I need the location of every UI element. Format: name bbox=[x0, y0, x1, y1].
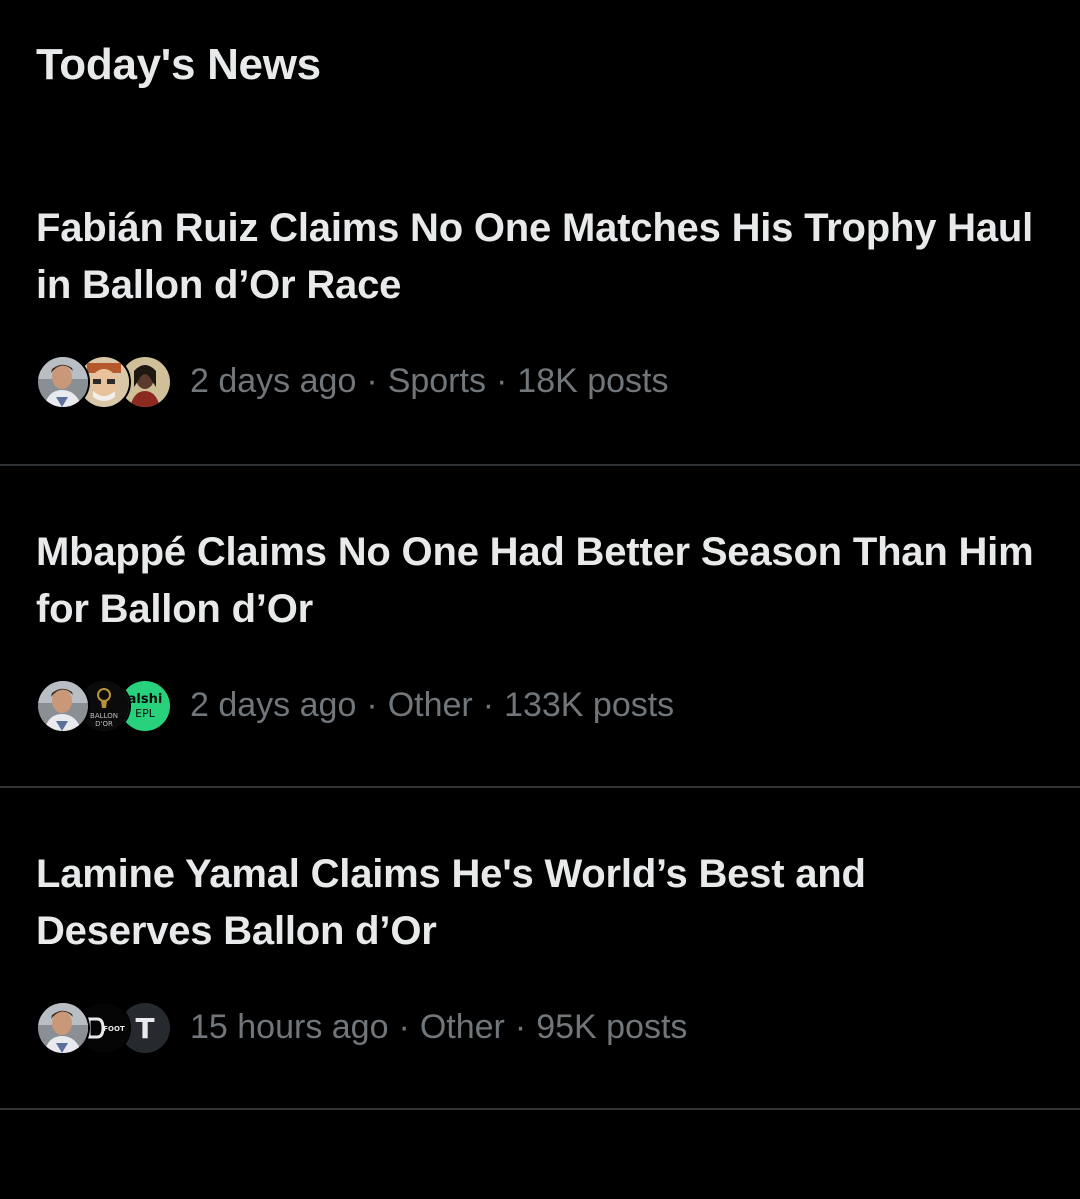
news-headline[interactable]: Mbappé Claims No One Had Better Season T… bbox=[36, 524, 1036, 638]
news-meta: 2 days ago · Sports · 18K posts bbox=[36, 354, 669, 409]
meta-separator: · bbox=[482, 685, 495, 724]
epl-text: EPL bbox=[135, 707, 156, 720]
news-meta: BALLON D'OR alshi EPL 2 days ago · Other · 1… bbox=[36, 678, 674, 733]
news-item[interactable]: Lamine Yamal Claims He's World’s Best an… bbox=[0, 788, 1080, 1110]
news-time: 2 days ago bbox=[190, 361, 357, 400]
section-title: Today's News bbox=[36, 40, 321, 89]
news-meta-text: 15 hours ago · Other · 95K posts bbox=[190, 1008, 687, 1047]
news-meta-text: 2 days ago · Sports · 18K posts bbox=[190, 362, 669, 401]
avatar-stack: FOOT T bbox=[36, 1000, 172, 1055]
news-meta-text: 2 days ago · Other · 133K posts bbox=[190, 686, 674, 725]
news-item[interactable]: Fabián Ruiz Claims No One Matches His Tr… bbox=[0, 142, 1080, 466]
news-headline[interactable]: Lamine Yamal Claims He's World’s Best an… bbox=[36, 846, 1036, 960]
news-category: Other bbox=[387, 685, 473, 724]
t-text: T bbox=[135, 1012, 154, 1045]
news-category: Other bbox=[419, 1007, 505, 1046]
meta-separator: · bbox=[514, 1007, 527, 1046]
news-category: Sports bbox=[387, 361, 486, 400]
man-avatar bbox=[36, 1001, 90, 1055]
foot-text: FOOT bbox=[103, 1025, 125, 1033]
news-meta: FOOT T 15 hours ago · Other · 95K posts bbox=[36, 1000, 687, 1055]
kalshi-text: alshi bbox=[128, 692, 163, 707]
news-post-count: 18K posts bbox=[517, 361, 669, 400]
avatar-stack: BALLON D'OR alshi EPL bbox=[36, 678, 172, 733]
news-headline[interactable]: Fabián Ruiz Claims No One Matches His Tr… bbox=[36, 200, 1036, 314]
meta-separator: · bbox=[398, 1007, 410, 1046]
ballon-text: BALLON bbox=[90, 712, 118, 720]
meta-separator: · bbox=[366, 361, 378, 400]
news-time: 2 days ago bbox=[190, 685, 357, 724]
meta-separator: · bbox=[366, 685, 378, 724]
news-time: 15 hours ago bbox=[190, 1007, 389, 1046]
news-item[interactable]: Mbappé Claims No One Had Better Season T… bbox=[0, 466, 1080, 788]
news-post-count: 95K posts bbox=[536, 1007, 688, 1046]
avatar-stack bbox=[36, 354, 172, 409]
meta-separator: · bbox=[495, 361, 508, 400]
man-avatar bbox=[36, 679, 90, 733]
dor-text: D'OR bbox=[95, 720, 113, 728]
news-post-count: 133K posts bbox=[504, 685, 675, 724]
man-avatar bbox=[36, 355, 90, 409]
